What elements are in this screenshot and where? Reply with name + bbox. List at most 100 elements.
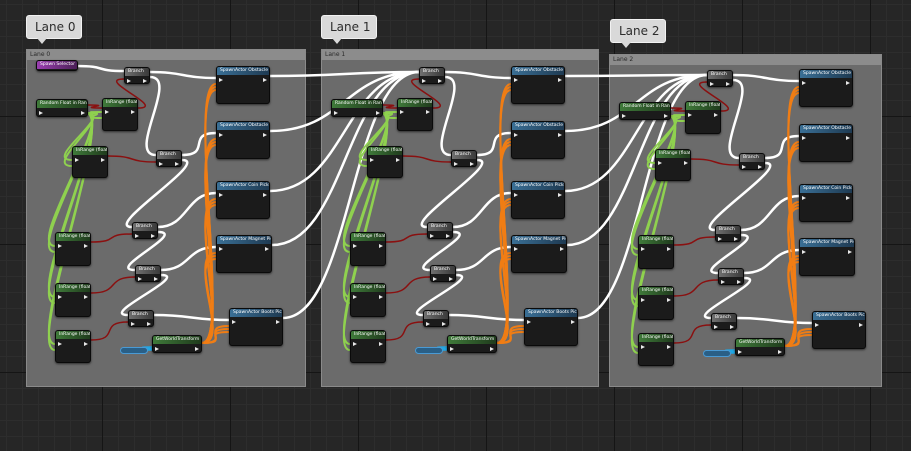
exec-out-pin[interactable] xyxy=(396,158,400,162)
exec-out-pin[interactable] xyxy=(276,320,280,324)
lane-1-bool-wire[interactable] xyxy=(385,233,428,243)
exec-out-pin[interactable] xyxy=(84,244,88,248)
exec-out-pin[interactable] xyxy=(154,277,158,281)
exec-in-pin[interactable] xyxy=(658,161,662,165)
lane-1-spawn-coin-node[interactable]: SpawnActor Coin Pickup xyxy=(511,181,565,219)
lane-2-random-float-node[interactable]: Random Float in Range xyxy=(619,102,671,120)
exec-out-pin[interactable] xyxy=(558,133,562,137)
exec-in-pin[interactable] xyxy=(815,323,819,327)
exec-out-pin[interactable] xyxy=(426,110,430,114)
lane-0-inrange-node[interactable]: InRange (float) xyxy=(72,146,108,178)
lane-0-bool-wire[interactable] xyxy=(90,276,136,294)
exec-out-pin[interactable] xyxy=(379,244,383,248)
lane-2-inrange-node[interactable]: InRange (float) xyxy=(655,149,691,181)
lane-0-bool-wire[interactable] xyxy=(107,155,157,163)
lane-1-bool-wire[interactable] xyxy=(385,321,424,341)
lane-2-exec-wire[interactable] xyxy=(708,161,772,232)
exec-in-pin[interactable] xyxy=(514,78,518,82)
exec-out-pin[interactable] xyxy=(263,193,267,197)
lane-2-branch-node[interactable]: Branch xyxy=(711,313,737,330)
exec-out-pin[interactable] xyxy=(846,136,850,140)
exec-in-pin[interactable] xyxy=(219,193,223,197)
exec-out-pin[interactable] xyxy=(376,111,380,115)
exec-in-pin[interactable] xyxy=(718,237,722,241)
exec-in-pin[interactable] xyxy=(58,244,62,248)
exec-out-pin[interactable] xyxy=(734,237,738,241)
lane-2-spawn-magnet-node[interactable]: SpawnActor Magnet Pickup xyxy=(799,238,855,276)
exec-out-pin[interactable] xyxy=(714,113,718,117)
exec-in-pin[interactable] xyxy=(219,133,223,137)
exec-in-pin[interactable] xyxy=(622,114,626,118)
lane-2-spawn-box-node[interactable]: SpawnActor Obstacle Box xyxy=(799,124,853,162)
exec-out-pin[interactable] xyxy=(667,345,671,349)
lane-2-inrange-node[interactable]: InRange (float) xyxy=(638,286,674,320)
exec-in-pin[interactable] xyxy=(138,277,142,281)
exec-out-pin[interactable] xyxy=(84,295,88,299)
lane-2-branch-node[interactable]: Branch xyxy=(715,225,741,242)
exec-in-pin[interactable] xyxy=(802,196,806,200)
lane-0-spawn-selector-node[interactable]: Spawn Selector xyxy=(36,60,78,71)
lane-1-branch-node[interactable]: Branch xyxy=(419,67,445,84)
lane-1-exec-wire[interactable] xyxy=(420,158,484,229)
exec-in-pin[interactable] xyxy=(430,234,434,238)
lane-1-spawn-magnet-node[interactable]: SpawnActor Magnet Pickup xyxy=(511,235,567,273)
lane-0-exec-wire[interactable] xyxy=(145,75,161,157)
exec-in-pin[interactable] xyxy=(514,133,518,137)
exec-out-pin[interactable] xyxy=(778,350,782,354)
exec-out-pin[interactable] xyxy=(664,114,668,118)
lane-0-exec-wire[interactable] xyxy=(75,64,126,73)
exec-out-pin[interactable] xyxy=(558,193,562,197)
exec-in-pin[interactable] xyxy=(710,82,714,86)
exec-in-pin[interactable] xyxy=(802,250,806,254)
exec-in-pin[interactable] xyxy=(738,350,742,354)
exec-out-pin[interactable] xyxy=(667,298,671,302)
exec-in-pin[interactable] xyxy=(641,298,645,302)
exec-out-pin[interactable] xyxy=(379,342,383,346)
exec-in-pin[interactable] xyxy=(454,162,458,166)
exec-out-pin[interactable] xyxy=(859,323,863,327)
exec-in-pin[interactable] xyxy=(334,111,338,115)
exec-in-pin[interactable] xyxy=(219,247,223,251)
lane-0-float-wire[interactable] xyxy=(48,112,93,304)
exec-in-pin[interactable] xyxy=(514,247,518,251)
exec-out-pin[interactable] xyxy=(449,277,453,281)
exec-in-pin[interactable] xyxy=(58,295,62,299)
exec-in-pin[interactable] xyxy=(688,113,692,117)
exec-in-pin[interactable] xyxy=(135,234,139,238)
exec-in-pin[interactable] xyxy=(370,158,374,162)
exec-in-pin[interactable] xyxy=(131,322,135,326)
lane-1-transform-wire[interactable] xyxy=(496,144,512,344)
lane-2-bool-wire[interactable] xyxy=(670,107,686,112)
lane-0-spawn-boots-node[interactable]: SpawnActor Boots Pickup xyxy=(229,308,283,346)
exec-out-pin[interactable] xyxy=(263,78,267,82)
lane-2-exec-wire[interactable] xyxy=(731,73,801,83)
exec-out-pin[interactable] xyxy=(730,325,734,329)
exec-in-pin[interactable] xyxy=(219,78,223,82)
lane-1-spawn-box-node[interactable]: SpawnActor Obstacle Box xyxy=(511,121,565,159)
lane-1-branch-node[interactable]: Branch xyxy=(423,310,449,327)
lane-1-inrange-node[interactable]: InRange (float) xyxy=(367,146,403,178)
exec-in-pin[interactable] xyxy=(105,110,109,114)
lane-0-inrange-node[interactable]: InRange (float) xyxy=(55,330,91,363)
lane-1-bool-wire[interactable] xyxy=(382,104,398,109)
lane-2-inrange-node[interactable]: InRange (float) xyxy=(638,235,674,269)
lane-2-bool-wire[interactable] xyxy=(673,324,712,344)
lane-2-branch-node[interactable]: Branch xyxy=(707,70,733,87)
exec-in-pin[interactable] xyxy=(353,342,357,346)
lane-0-branch-node[interactable]: Branch xyxy=(135,265,161,282)
exec-in-pin[interactable] xyxy=(426,322,430,326)
exec-out-pin[interactable] xyxy=(490,347,494,351)
lane-2-inrange-node[interactable]: InRange (float) xyxy=(685,101,721,134)
exec-out-pin[interactable] xyxy=(446,234,450,238)
exec-out-pin[interactable] xyxy=(470,162,474,166)
exec-in-pin[interactable] xyxy=(641,345,645,349)
lane-0-inrange-node[interactable]: InRange (float) xyxy=(55,283,91,317)
lane-0-spawn-box-node[interactable]: SpawnActor Obstacle Box xyxy=(216,121,270,159)
exec-out-pin[interactable] xyxy=(848,250,852,254)
lane-1-branch-node[interactable]: Branch xyxy=(430,265,456,282)
lane-2-bool-wire[interactable] xyxy=(673,236,716,246)
lane-0-exec-wire[interactable] xyxy=(125,158,189,229)
lane-0-branch-node[interactable]: Branch xyxy=(124,67,150,84)
exec-out-pin[interactable] xyxy=(84,342,88,346)
exec-out-pin[interactable] xyxy=(758,165,762,169)
